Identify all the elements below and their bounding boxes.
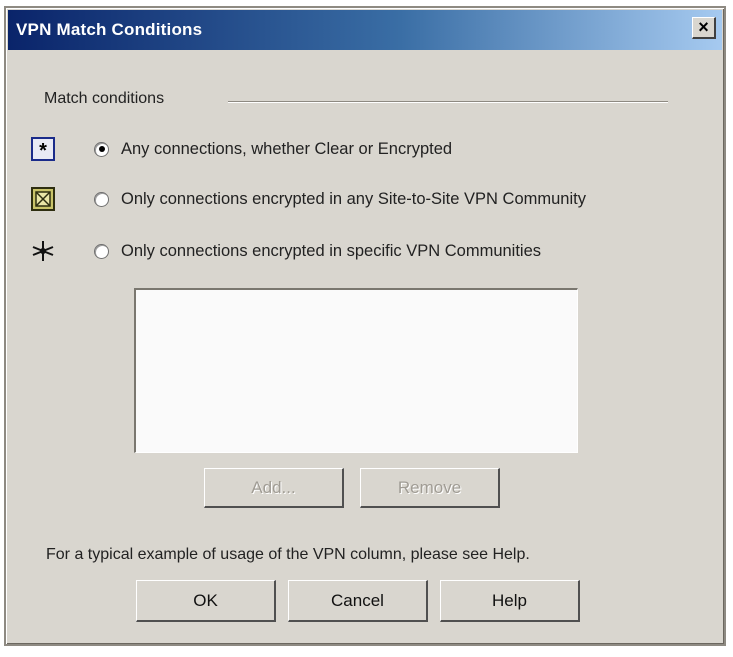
group-divider <box>228 101 668 103</box>
ok-button[interactable]: OK <box>136 580 276 622</box>
close-button[interactable]: × <box>692 17 716 39</box>
option-label: Only connections encrypted in any Site-t… <box>121 189 586 208</box>
help-button[interactable]: Help <box>440 580 580 622</box>
svg-text:*: * <box>39 140 47 162</box>
help-button-label: Help <box>492 590 527 610</box>
radio-specific-communities[interactable] <box>94 243 109 259</box>
match-conditions-group-label: Match conditions <box>44 90 165 107</box>
dialog-title: VPN Match Conditions <box>16 20 203 39</box>
option-label: Any connections, whether Clear or Encryp… <box>121 139 453 158</box>
star-network-icon <box>30 238 56 264</box>
cancel-button-label: Cancel <box>331 590 384 610</box>
community-box-icon <box>30 186 56 212</box>
option-specific-communities[interactable]: Only connections encrypted in specific V… <box>30 236 541 266</box>
title-bar[interactable]: VPN Match Conditions × <box>8 10 722 50</box>
remove-button-label: Remove <box>397 477 462 497</box>
add-button[interactable]: Add... <box>204 468 344 508</box>
cancel-button[interactable]: Cancel <box>288 580 428 622</box>
vpn-communities-list[interactable] <box>134 288 578 453</box>
radio-selected-dot <box>98 146 105 152</box>
remove-button[interactable]: Remove <box>360 468 500 508</box>
ok-button-label: OK <box>193 590 218 610</box>
vpn-match-conditions-dialog: VPN Match Conditions × Match conditions … <box>4 6 726 646</box>
help-hint-text: For a typical example of usage of the VP… <box>46 546 530 563</box>
add-button-label: Add... <box>251 477 296 497</box>
option-label: Only connections encrypted in specific V… <box>121 241 542 260</box>
option-site-to-site-community[interactable]: Only connections encrypted in any Site-t… <box>30 184 586 214</box>
option-any-connections[interactable]: * Any connections, whether Clear or Encr… <box>30 134 452 164</box>
close-icon: × <box>698 17 709 37</box>
radio-any-connections[interactable] <box>94 141 109 157</box>
radio-site-to-site-community[interactable] <box>94 191 109 207</box>
asterisk-box-icon: * <box>30 136 56 162</box>
